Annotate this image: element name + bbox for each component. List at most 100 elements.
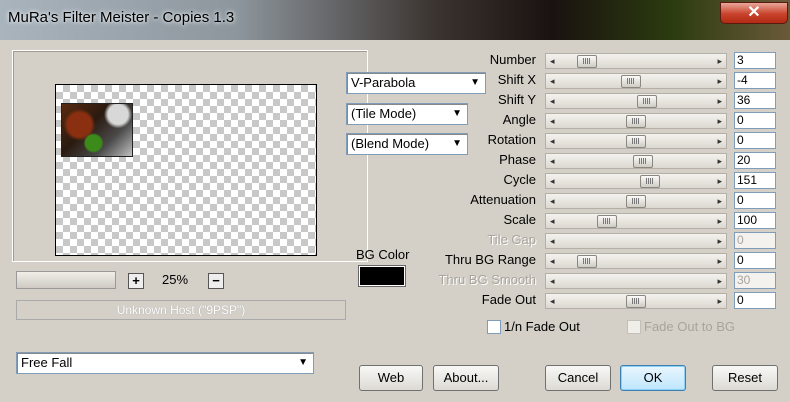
preset-value: Free Fall bbox=[21, 355, 73, 370]
param-label-angle: Angle bbox=[502, 112, 536, 127]
slider-right-arrow-icon[interactable]: ▸ bbox=[717, 134, 722, 148]
param-label-fade-out: Fade Out bbox=[481, 292, 536, 307]
slider-left-arrow-icon: ◂ bbox=[550, 236, 555, 246]
slider-right-arrow-icon[interactable]: ▸ bbox=[717, 54, 722, 68]
slider-rotation[interactable]: ◂ ▸ bbox=[545, 133, 727, 149]
fade-1n-checkbox[interactable] bbox=[487, 320, 501, 334]
bg-color-label: BG Color bbox=[356, 247, 410, 262]
slider-right-arrow-icon[interactable]: ▸ bbox=[717, 254, 722, 268]
tile-mode-value: (Tile Mode) bbox=[351, 106, 417, 121]
value-field-angle[interactable]: 0 bbox=[734, 112, 776, 129]
slider-thumb[interactable] bbox=[636, 95, 657, 108]
close-button[interactable]: ✕ bbox=[720, 2, 788, 24]
slider-thumb[interactable] bbox=[620, 75, 641, 88]
shape-value: V-Parabola bbox=[351, 75, 416, 90]
slider-thumb[interactable] bbox=[626, 195, 646, 208]
reset-button[interactable]: Reset bbox=[712, 365, 778, 391]
slider-right-arrow-icon: ▸ bbox=[717, 276, 722, 286]
window-title: MuRa's Filter Meister - Copies 1.3 bbox=[8, 9, 235, 26]
value-field-phase[interactable]: 20 bbox=[734, 152, 776, 169]
preview-thumbnail-image bbox=[61, 103, 133, 157]
value-field-thru-bg-range[interactable]: 0 bbox=[734, 252, 776, 269]
param-label-thru-bg-range: Thru BG Range bbox=[444, 252, 536, 267]
zoom-in-button[interactable]: + bbox=[128, 273, 144, 289]
slider-cycle[interactable]: ◂ ▸ bbox=[545, 173, 727, 189]
value-field-shift-x[interactable]: -4 bbox=[734, 72, 776, 89]
web-button[interactable]: Web bbox=[359, 365, 423, 391]
slider-thumb[interactable] bbox=[626, 295, 646, 308]
slider-scale[interactable]: ◂ ▸ bbox=[545, 213, 727, 229]
preset-dropdown[interactable]: Free Fall ▼ bbox=[16, 352, 314, 374]
slider-left-arrow-icon[interactable]: ◂ bbox=[550, 74, 555, 88]
value-field-scale[interactable]: 100 bbox=[734, 212, 776, 229]
slider-right-arrow-icon[interactable]: ▸ bbox=[717, 94, 722, 108]
value-field-tile-gap: 0 bbox=[734, 232, 776, 249]
value-field-thru-bg-smooth: 30 bbox=[734, 272, 776, 289]
slider-left-arrow-icon[interactable]: ◂ bbox=[550, 54, 555, 68]
slider-shift-x[interactable]: ◂ ▸ bbox=[545, 73, 727, 89]
slider-thumb[interactable] bbox=[626, 135, 646, 148]
fade-out-to-bg-checkbox[interactable] bbox=[627, 320, 641, 334]
slider-left-arrow-icon[interactable]: ◂ bbox=[550, 154, 555, 168]
param-label-tile-gap: Tile Gap bbox=[487, 232, 536, 247]
plus-icon: + bbox=[132, 273, 140, 288]
value-field-cycle[interactable]: 151 bbox=[734, 172, 776, 189]
slider-thru-bg-smooth: ◂ ▸ bbox=[545, 273, 727, 289]
slider-fade-out[interactable]: ◂ ▸ bbox=[545, 293, 727, 309]
slider-left-arrow-icon[interactable]: ◂ bbox=[550, 214, 555, 228]
slider-thumb[interactable] bbox=[577, 255, 598, 268]
slider-left-arrow-icon[interactable]: ◂ bbox=[550, 174, 555, 188]
slider-angle[interactable]: ◂ ▸ bbox=[545, 113, 727, 129]
slider-right-arrow-icon[interactable]: ▸ bbox=[717, 74, 722, 88]
param-label-shift-y: Shift Y bbox=[497, 92, 536, 107]
fade-out-to-bg-label: Fade Out to BG bbox=[644, 319, 736, 334]
slider-thumb[interactable] bbox=[639, 175, 660, 188]
value-field-shift-y[interactable]: 36 bbox=[734, 92, 776, 109]
slider-right-arrow-icon[interactable]: ▸ bbox=[717, 294, 722, 308]
slider-right-arrow-icon: ▸ bbox=[717, 236, 722, 246]
slider-left-arrow-icon[interactable]: ◂ bbox=[550, 254, 555, 268]
slider-number[interactable]: ◂ ▸ bbox=[545, 53, 727, 69]
minus-icon: − bbox=[212, 273, 220, 288]
ok-button[interactable]: OK bbox=[620, 365, 686, 391]
slider-left-arrow-icon[interactable]: ◂ bbox=[550, 114, 555, 128]
slider-left-arrow-icon: ◂ bbox=[550, 276, 555, 286]
slider-left-arrow-icon[interactable]: ◂ bbox=[550, 194, 555, 208]
value-field-number[interactable]: 3 bbox=[734, 52, 776, 69]
value-field-attenuation[interactable]: 0 bbox=[734, 192, 776, 209]
param-label-phase: Phase bbox=[499, 152, 536, 167]
slider-thumb[interactable] bbox=[632, 155, 653, 168]
slider-right-arrow-icon[interactable]: ▸ bbox=[717, 194, 722, 208]
slider-tile-gap: ◂ ▸ bbox=[545, 233, 727, 249]
slider-thumb[interactable] bbox=[577, 55, 598, 68]
slider-thumb[interactable] bbox=[597, 215, 618, 228]
about-button[interactable]: About... bbox=[433, 365, 499, 391]
slider-right-arrow-icon[interactable]: ▸ bbox=[717, 174, 722, 188]
zoom-out-button[interactable]: − bbox=[208, 273, 224, 289]
preview-canvas[interactable] bbox=[55, 84, 317, 256]
slider-attenuation[interactable]: ◂ ▸ bbox=[545, 193, 727, 209]
zoom-level: 25% bbox=[162, 272, 189, 287]
param-label-number: Number bbox=[489, 52, 536, 67]
slider-left-arrow-icon[interactable]: ◂ bbox=[550, 134, 555, 148]
zoom-progress-bar bbox=[16, 271, 116, 289]
bg-color-swatch[interactable] bbox=[359, 266, 405, 286]
slider-right-arrow-icon[interactable]: ▸ bbox=[717, 114, 722, 128]
slider-phase[interactable]: ◂ ▸ bbox=[545, 153, 727, 169]
slider-thru-bg-range[interactable]: ◂ ▸ bbox=[545, 253, 727, 269]
chevron-down-icon: ▼ bbox=[298, 357, 308, 368]
title-bar: MuRa's Filter Meister - Copies 1.3 ✕ bbox=[0, 0, 790, 40]
slider-thumb[interactable] bbox=[626, 115, 646, 128]
slider-right-arrow-icon[interactable]: ▸ bbox=[717, 214, 722, 228]
param-label-shift-x: Shift X bbox=[497, 72, 536, 87]
param-label-rotation: Rotation bbox=[487, 132, 536, 147]
slider-left-arrow-icon[interactable]: ◂ bbox=[550, 294, 555, 308]
slider-right-arrow-icon[interactable]: ▸ bbox=[717, 154, 722, 168]
value-field-rotation[interactable]: 0 bbox=[734, 132, 776, 149]
value-field-fade-out[interactable]: 0 bbox=[734, 292, 776, 309]
dialog-body: + 25% − Unknown Host ("9PSP") Free Fall … bbox=[4, 40, 788, 400]
cancel-button[interactable]: Cancel bbox=[545, 365, 611, 391]
slider-left-arrow-icon[interactable]: ◂ bbox=[550, 94, 555, 108]
slider-shift-y[interactable]: ◂ ▸ bbox=[545, 93, 727, 109]
preview-panel bbox=[12, 50, 368, 262]
